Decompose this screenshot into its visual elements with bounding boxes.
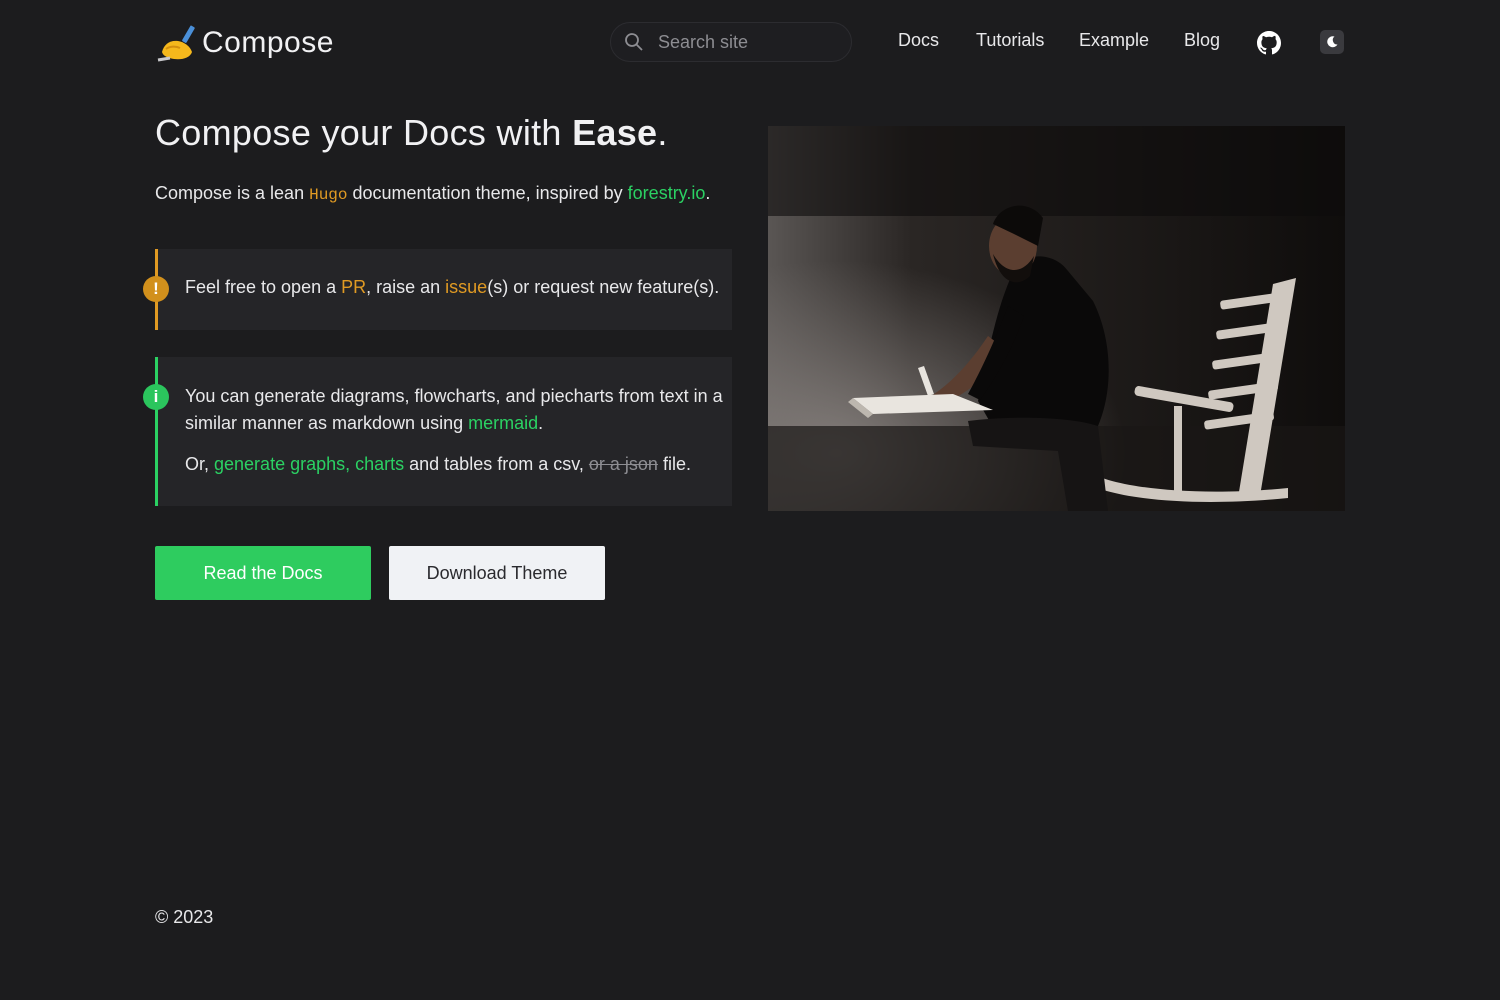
warning-callout: ! Feel free to open a PR, raise an issue… [143,249,732,330]
info-icon: i [143,384,169,410]
lead-text-end: . [705,183,711,203]
logo-text: Compose [202,26,334,59]
warning-text-3: (s) or request new feature(s). [487,277,720,297]
info-text-1-end: . [538,413,544,433]
nav-docs[interactable]: Docs [898,30,939,51]
theme-toggle-button[interactable] [1320,30,1344,54]
issue-link[interactable]: issue [445,277,487,297]
hero-title: Compose your Docs with Ease. [155,112,668,154]
exclamation-icon: ! [143,276,169,302]
footer-copyright: © 2023 [155,907,214,927]
nav-example[interactable]: Example [1079,30,1149,51]
info-text-2: Or, [185,454,215,474]
lead-text-2: documentation theme, inspired by [347,183,628,203]
github-icon[interactable] [1257,31,1281,55]
info-text-3: and tables from a csv, [404,454,589,474]
info-text-1: You can generate diagrams, flowcharts, a… [185,386,723,433]
search-icon [625,33,643,51]
hero-lead: Compose is a lean Hugo documentation the… [155,183,710,204]
logo[interactable]: Compose [156,22,334,64]
warning-text-2: , raise an [366,277,446,297]
graphs-charts-link[interactable]: generate graphs, charts [214,454,404,474]
warning-text-1: Feel free to open a [185,277,342,297]
info-paragraph-2: Or, generate graphs, charts and tables f… [185,451,691,478]
nav-tutorials[interactable]: Tutorials [976,30,1044,51]
hero-title-period: . [657,112,668,153]
pr-link[interactable]: PR [341,277,366,297]
warning-text: Feel free to open a PR, raise an issue(s… [185,274,719,301]
nav-blog[interactable]: Blog [1184,30,1220,51]
forestry-link[interactable]: forestry.io [628,183,706,203]
hero-photo [768,126,1345,511]
hero-title-text: Compose your Docs with [155,112,573,153]
lead-text-1: Compose is a lean [155,183,310,203]
search-box[interactable] [610,22,852,62]
moon-icon [1327,36,1338,48]
mermaid-link[interactable]: mermaid [468,413,538,433]
download-theme-button[interactable]: Download Theme [389,546,605,600]
hero-title-emphasis: Ease [572,112,658,153]
info-text-end: file. [657,454,691,474]
info-callout: i You can generate diagrams, flowcharts,… [143,357,732,506]
hugo-code: Hugo [309,186,348,204]
info-paragraph-1: You can generate diagrams, flowcharts, a… [185,383,725,437]
writing-hand-icon [157,25,195,62]
read-docs-button[interactable]: Read the Docs [155,546,371,600]
search-input[interactable] [656,30,840,54]
strikethrough-text: or a json [588,454,658,474]
